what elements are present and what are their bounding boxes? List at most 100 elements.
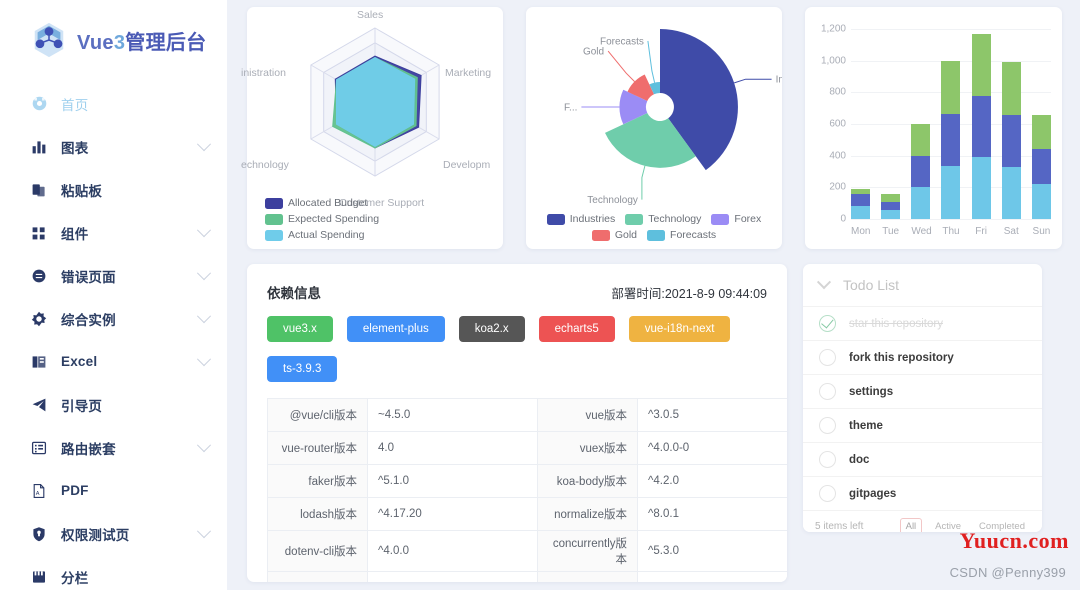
bar-column[interactable] (941, 61, 960, 219)
y-axis-tick-label: 0 (840, 214, 846, 225)
chevron-down-icon[interactable] (197, 438, 211, 452)
legend-item[interactable]: Forecasts (647, 229, 716, 241)
legend-item[interactable]: Expected Spending (265, 213, 379, 225)
columns-icon (30, 568, 48, 586)
todo-checkbox[interactable] (819, 315, 836, 332)
sidebar-item-8[interactable]: 路由嵌套 (0, 426, 227, 469)
todo-filter[interactable]: All (900, 518, 923, 533)
sidebar-item-0[interactable]: 首页 (0, 82, 227, 125)
brand-part1: Vue (77, 32, 114, 54)
todo-list: star this repositoryfork this repository… (803, 307, 1042, 511)
x-axis-tick-label: Mon (851, 226, 870, 237)
sidebar-item-label: 路由嵌套 (61, 438, 116, 458)
todo-checkbox[interactable] (819, 485, 836, 502)
table-cell-key: lodash版本 (268, 498, 368, 531)
table-cell-value: ^4.0.0 (368, 531, 538, 572)
bar-segment (941, 61, 960, 114)
sidebar-item-2[interactable]: 粘贴板 (0, 168, 227, 211)
legend-label: Allocated Budget (288, 197, 367, 209)
legend-swatch (265, 214, 283, 225)
bar-column[interactable] (1002, 62, 1021, 219)
bar-column[interactable] (911, 124, 930, 219)
radar-chart[interactable]: SalesMarketingDevelopmCustomer Supportec… (247, 7, 503, 207)
chevron-down-icon[interactable] (197, 137, 211, 151)
dependency-tags: vue3.x element-plus koa2.x echarts5 vue-i18n… (267, 316, 767, 382)
bar-segment (881, 210, 900, 220)
table-cell-key: concurrently版本 (538, 531, 638, 572)
legend-item[interactable]: Forex (711, 213, 761, 225)
legend-item[interactable]: Gold (592, 229, 637, 241)
svg-text:Forecasts: Forecasts (600, 36, 644, 47)
sidebar-item-11[interactable]: 分栏 (0, 555, 227, 590)
legend-item[interactable]: Technology (625, 213, 701, 225)
bar-segment (911, 124, 930, 156)
list-item[interactable]: star this repository (803, 307, 1042, 341)
y-axis-tick-label: 200 (829, 182, 846, 193)
todo-item-label: settings (849, 386, 893, 398)
y-axis-tick-label: 400 (829, 150, 846, 161)
legend-label: Expected Spending (288, 213, 379, 225)
sidebar-item-1[interactable]: 图表 (0, 125, 227, 168)
chevron-down-icon[interactable] (197, 309, 211, 323)
sidebar-item-6[interactable]: Excel (0, 340, 227, 383)
chevron-down-icon[interactable] (197, 352, 211, 366)
legend-swatch (592, 230, 610, 241)
list-item[interactable]: theme (803, 409, 1042, 443)
todo-checkbox[interactable] (819, 349, 836, 366)
radar-axis-label: Developm (443, 159, 490, 171)
sidebar-item-7[interactable]: 引导页 (0, 383, 227, 426)
table-cell-value: ^3.0.5 (638, 399, 788, 432)
list-item[interactable]: doc (803, 443, 1042, 477)
brand[interactable]: Vue3管理后台 (0, 0, 227, 64)
chevron-down-icon[interactable] (817, 275, 831, 289)
legend-item[interactable]: Allocated Budget (265, 197, 367, 209)
dependency-tag[interactable]: element-plus (347, 316, 445, 342)
list-item[interactable]: settings (803, 375, 1042, 409)
legend-item[interactable]: Industries (547, 213, 616, 225)
table-cell-value: ^1.26.5 (638, 572, 788, 583)
bar-segment (1032, 149, 1051, 184)
dependency-tag[interactable]: echarts5 (539, 316, 615, 342)
bar-column[interactable] (851, 189, 870, 219)
todo-checkbox[interactable] (819, 451, 836, 468)
sidebar-item-4[interactable]: 错误页面 (0, 254, 227, 297)
todo-item-label: doc (849, 454, 869, 466)
legend-item[interactable]: Actual Spending (265, 229, 364, 241)
pie-legend: Industries Technology Forex Gold Forecasts (526, 213, 782, 241)
sidebar-item-label: 错误页面 (61, 266, 116, 286)
sidebar-item-9[interactable]: APDF (0, 469, 227, 512)
dependency-tag[interactable]: vue3.x (267, 316, 333, 342)
legend-swatch (711, 214, 729, 225)
sidebar-item-5[interactable]: 综合实例 (0, 297, 227, 340)
table-row: faker版本^5.1.0koa-body版本^4.2.0 (268, 465, 788, 498)
table-cell-key: normalize版本 (538, 498, 638, 531)
chevron-down-icon[interactable] (197, 266, 211, 280)
list-item[interactable]: fork this repository (803, 341, 1042, 375)
sidebar-item-3[interactable]: 组件 (0, 211, 227, 254)
sidebar-item-10[interactable]: 权限测试页 (0, 512, 227, 555)
list-item[interactable]: gitpages (803, 477, 1042, 511)
todo-header[interactable]: Todo List (803, 264, 1042, 307)
todo-card: Todo List star this repositoryfork this … (803, 264, 1042, 532)
dependency-tag[interactable]: vue-i18n-next (629, 316, 731, 342)
stacked-bar-chart[interactable]: 02004006008001,0001,200MonTueWedThuFriSa… (805, 7, 1062, 249)
bar-column[interactable] (881, 194, 900, 219)
clipboard-icon (30, 181, 48, 199)
table-row: @vue/cli版本~4.5.0vue版本^3.0.5 (268, 399, 788, 432)
bar-column[interactable] (1032, 115, 1051, 219)
todo-checkbox[interactable] (819, 417, 836, 434)
chevron-down-icon[interactable] (197, 223, 211, 237)
dependency-tag[interactable]: ts-3.9.3 (267, 356, 337, 382)
radar-axis-label: echnology (241, 159, 289, 171)
rose-pie-chart[interactable]: In...TechnologyF...GoldForecasts (526, 7, 782, 207)
bar-column[interactable] (972, 34, 991, 219)
todo-item-label: gitpages (849, 488, 896, 500)
bar-segment (972, 96, 991, 158)
svg-text:F...: F... (564, 103, 577, 114)
table-cell-value: ^4.17.20 (368, 498, 538, 531)
todo-checkbox[interactable] (819, 383, 836, 400)
chevron-down-icon[interactable] (197, 524, 211, 538)
dependency-tag[interactable]: koa2.x (459, 316, 525, 342)
legend-label: Industries (570, 213, 616, 225)
legend-swatch (625, 214, 643, 225)
